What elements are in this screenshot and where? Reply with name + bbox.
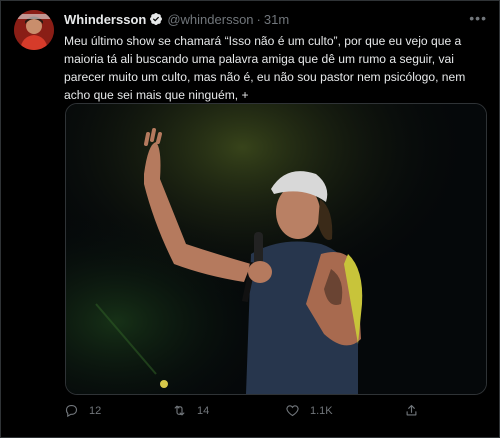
tweet-header: Whindersson @whindersson · 31m <box>64 10 289 28</box>
reply-icon <box>65 404 78 418</box>
tweet-timestamp[interactable]: 31m <box>264 12 289 27</box>
author-handle[interactable]: @whindersson <box>167 12 253 27</box>
author-name[interactable]: Whindersson <box>64 12 146 27</box>
stage-photo <box>66 104 486 394</box>
tweet-text: Meu último show se chamará “Isso não é u… <box>64 34 466 102</box>
avatar[interactable] <box>14 10 54 50</box>
tweet-actions: 12 14 1.1K <box>64 403 424 423</box>
tweet-media-photo[interactable] <box>65 103 487 395</box>
retweet-count: 14 <box>197 404 210 417</box>
more-icon[interactable]: ••• <box>469 10 487 26</box>
tweet-card[interactable]: Whindersson @whindersson · 31m ••• Meu ú… <box>0 0 500 438</box>
verified-badge-icon <box>150 13 163 25</box>
retweet-icon <box>174 405 185 416</box>
reply-count: 12 <box>89 404 102 417</box>
heart-icon <box>286 405 299 417</box>
like-count: 1.1K <box>310 404 333 417</box>
like-button[interactable]: 1.1K <box>285 403 333 418</box>
share-button[interactable] <box>404 403 429 418</box>
separator-dot: · <box>256 11 261 27</box>
reply-button[interactable]: 12 <box>64 403 101 418</box>
retweet-button[interactable]: 14 <box>172 403 209 418</box>
share-icon <box>406 404 417 416</box>
avatar-image <box>14 10 54 50</box>
